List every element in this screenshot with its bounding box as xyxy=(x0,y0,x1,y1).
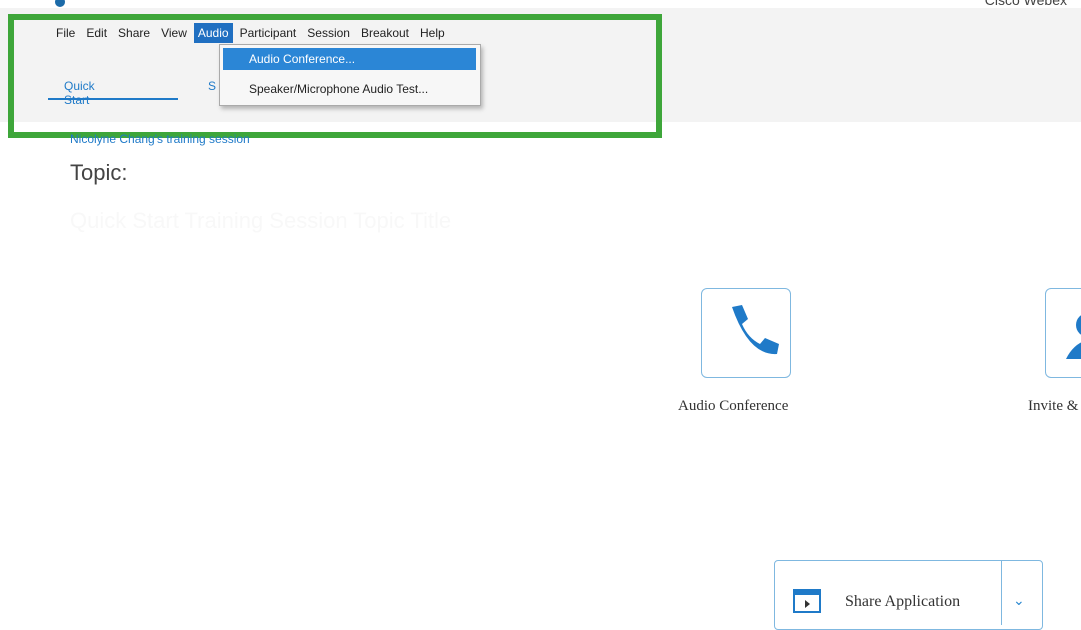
share-application-label: Share Application xyxy=(845,593,961,610)
top-menu-area: Cisco Webex File Edit Share View Audio P… xyxy=(0,0,1081,122)
audio-conference-tile[interactable] xyxy=(701,288,791,378)
menu-audio[interactable]: Audio xyxy=(193,23,233,43)
topic-label: Topic: xyxy=(70,160,128,185)
menu-session[interactable]: Session xyxy=(303,23,354,43)
menubar: File Edit Share View Audio Participant S… xyxy=(52,23,452,43)
person-icon xyxy=(1066,315,1081,359)
menu-file[interactable]: File xyxy=(52,23,79,43)
menu-item-audio-test[interactable]: Speaker/Microphone Audio Test... xyxy=(223,78,476,100)
share-application-icon xyxy=(793,589,821,613)
chevron-down-icon[interactable]: ⌄ xyxy=(1013,593,1025,609)
share-application-button[interactable]: Share Application ⌄ xyxy=(774,560,1043,630)
audio-dropdown-menu: Audio Conference... Speaker/Microphone A… xyxy=(219,44,481,106)
menu-edit[interactable]: Edit xyxy=(82,23,111,43)
topic-value: Quick Start Training Session Topic Title xyxy=(70,208,452,233)
menu-breakout[interactable]: Breakout xyxy=(357,23,413,43)
audio-conference-label: Audio Conference xyxy=(678,398,789,414)
menu-view[interactable]: View xyxy=(157,23,191,43)
menu-participant[interactable]: Participant xyxy=(236,23,301,43)
tab-other[interactable]: S xyxy=(208,79,216,93)
menu-share[interactable]: Share xyxy=(114,23,154,43)
app-title: Cisco Webex xyxy=(984,0,1067,8)
tab-active-underline xyxy=(48,98,178,100)
invite-label: Invite & xyxy=(1028,398,1079,414)
phone-icon xyxy=(732,305,779,355)
menu-item-audio-conference[interactable]: Audio Conference... xyxy=(223,48,476,70)
host-session-name: Nicolyne Chang's training session xyxy=(70,132,250,146)
tab-quick-start[interactable]: Quick Start xyxy=(64,79,95,107)
invite-tile[interactable] xyxy=(1045,288,1081,378)
share-button-divider xyxy=(1001,561,1002,625)
menu-help[interactable]: Help xyxy=(416,23,449,43)
title-strip xyxy=(0,0,1081,8)
